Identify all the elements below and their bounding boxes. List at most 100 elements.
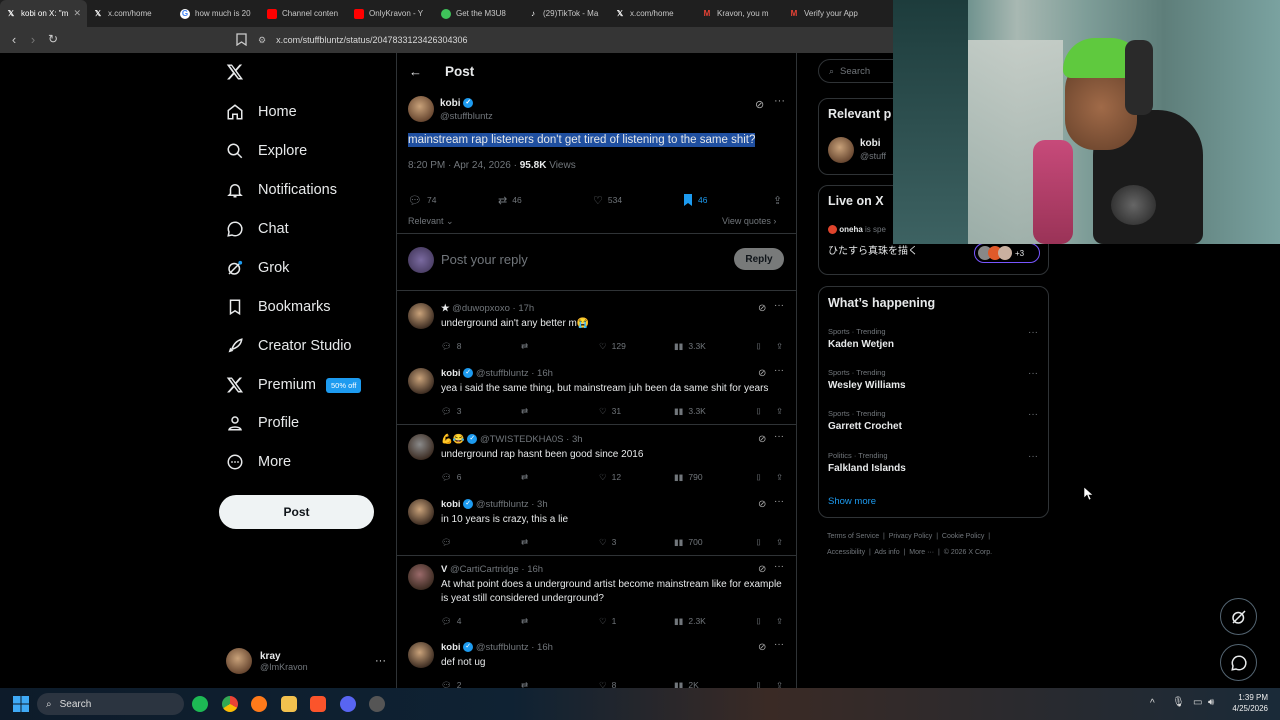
clock[interactable]: 1:39 PM 4/25/2026 (1220, 692, 1268, 714)
reply-author-handle[interactable]: @stuffbluntz (476, 499, 529, 510)
avatar[interactable] (408, 564, 434, 590)
nav-bookmarks[interactable]: Bookmarks (226, 296, 331, 318)
browser-tab[interactable]: 𝕏x.com/home (609, 0, 696, 27)
grok-icon[interactable]: ⊘ (758, 499, 766, 510)
browser-tab[interactable]: ♪ (29)TikTok - Ma (522, 0, 609, 27)
app-icon[interactable] (251, 696, 267, 712)
chevron-up-icon[interactable]: ^ (1150, 698, 1155, 709)
avatar[interactable] (408, 434, 434, 460)
live-host[interactable]: oneha is spe (828, 225, 886, 235)
live-title[interactable]: ひたすら真珠を描く (828, 242, 918, 257)
repost-action[interactable]: ⇄ (521, 680, 599, 689)
reply-action[interactable]: 💬︎ 4 (441, 616, 521, 627)
reply-button[interactable]: Reply (734, 248, 784, 270)
repost-action[interactable]: ⇄ 46 (498, 194, 593, 207)
reply-author-name[interactable]: V (441, 564, 447, 575)
repost-action[interactable]: ⇄ (521, 406, 599, 417)
reply-item[interactable]: V @CartiCartridge · 16h ⊘ ··· At what po… (397, 558, 796, 636)
nav-creator-studio[interactable]: Creator Studio (226, 335, 352, 357)
share-action[interactable]: ⇪ (776, 616, 783, 627)
views-action[interactable]: ▮▮ 2.3K (674, 616, 756, 627)
more-dots-icon[interactable]: ··· (774, 639, 784, 650)
reply-item[interactable]: kobi ✓ @stuffbluntz · 16h ⊘ ··· yea i sa… (397, 362, 796, 427)
post-button[interactable]: Post (219, 495, 374, 529)
avatar[interactable] (408, 303, 434, 329)
person-name[interactable]: kobi (860, 138, 881, 149)
grok-icon[interactable]: ⊘ (755, 98, 764, 111)
views-action[interactable]: ▮▮ 2K (674, 680, 756, 689)
browser-tab[interactable]: Ghow much is 20 (174, 0, 261, 27)
show-more-link[interactable]: Show more (828, 496, 876, 507)
grok-icon[interactable]: ⊘ (758, 368, 766, 379)
reply-action[interactable]: 💬︎ 3 (441, 406, 521, 417)
reply-action[interactable]: 💬︎ (441, 537, 521, 548)
footer-link[interactable]: Terms of Service (827, 533, 879, 540)
reply-author-name[interactable]: 💪😂 (441, 434, 465, 445)
nav-explore[interactable]: Explore (226, 140, 307, 162)
nav-profile[interactable]: Profile (226, 412, 299, 434)
views-action[interactable]: ▮▮ 3.3K (674, 406, 756, 417)
trend-item[interactable]: Politics · Trending Falkland Islands ··· (828, 451, 1038, 474)
reply-author-handle[interactable]: @stuffbluntz (476, 642, 529, 653)
footer-link[interactable]: Ads info (874, 549, 899, 556)
site-info-icon[interactable]: ⚙ (258, 35, 266, 46)
reply-author-name[interactable]: kobi (441, 642, 461, 653)
bookmark-action[interactable]: ⌷ (756, 341, 776, 352)
like-action[interactable]: ♡ 12 (599, 472, 674, 483)
reply-author-name[interactable]: kobi (441, 368, 461, 379)
more-dots-icon[interactable]: ··· (774, 561, 784, 572)
share-action[interactable]: ⇪ (773, 194, 782, 207)
repost-action[interactable]: ⇄ (521, 341, 599, 352)
more-dots-icon[interactable]: ··· (1028, 368, 1038, 379)
bookmark-action[interactable]: ⌷ (756, 537, 776, 548)
reply-item[interactable]: ★ @duwopxoxo · 17h ⊘ ··· underground ain… (397, 297, 796, 362)
browser-tab[interactable]: OnlyKravon - Y (348, 0, 435, 27)
reply-item[interactable]: kobi ✓ @stuffbluntz · 16h ⊘ ··· def not … (397, 636, 796, 689)
reply-input[interactable]: Post your reply (441, 252, 721, 268)
browser-tab[interactable]: M Verify your App (783, 0, 870, 27)
url-field[interactable]: ⚙ x.com/stuffbluntz/status/2047833123426… (258, 31, 898, 49)
grok-icon[interactable]: ⊘ (758, 642, 766, 653)
nav-notifications[interactable]: Notifications (226, 179, 337, 201)
brave-icon[interactable] (310, 696, 326, 712)
view-quotes-link[interactable]: View quotes › (722, 216, 776, 226)
footer-link[interactable]: Cookie Policy (942, 533, 984, 540)
browser-tab[interactable]: 𝕏kobi on X: "m ✕ (0, 0, 87, 27)
more-dots-icon[interactable]: ··· (774, 496, 784, 507)
share-action[interactable]: ⇪ (776, 537, 783, 548)
back-icon[interactable]: ‹ (4, 32, 24, 47)
trend-item[interactable]: Sports · Trending Wesley Williams ··· (828, 368, 1038, 391)
chrome-icon[interactable] (222, 696, 238, 712)
bookmark-action[interactable]: ⌷ (756, 406, 776, 417)
grok-fab[interactable] (1220, 598, 1257, 635)
bookmark-action[interactable]: 46 (683, 194, 773, 206)
more-dots-icon[interactable]: ··· (774, 431, 784, 442)
reply-item[interactable]: kobi ✓ @stuffbluntz · 3h ⊘ ··· in 10 yea… (397, 493, 796, 558)
live-listeners[interactable]: +3 (974, 243, 1040, 263)
reply-author-handle[interactable]: @TWISTEDKHA0S (480, 434, 564, 445)
nav-grok[interactable]: Grok (226, 257, 289, 279)
forward-icon[interactable]: › (23, 32, 43, 47)
trend-item[interactable]: Sports · Trending Garrett Crochet ··· (828, 409, 1038, 432)
more-dots-icon[interactable]: ··· (1028, 409, 1038, 420)
trend-item[interactable]: Sports · Trending Kaden Wetjen ··· (828, 327, 1038, 350)
spotify-icon[interactable] (192, 696, 208, 712)
x-logo-icon[interactable] (226, 63, 244, 86)
reply-author-handle[interactable]: @CartiCartridge (450, 564, 519, 575)
more-dots-icon[interactable]: ··· (375, 655, 386, 667)
nav-chat[interactable]: Chat (226, 218, 289, 240)
like-action[interactable]: ♡ 31 (599, 406, 674, 417)
browser-tab[interactable]: 𝕏x.com/home (87, 0, 174, 27)
avatar[interactable] (408, 96, 434, 122)
post-author-handle[interactable]: @stuffbluntz (440, 111, 493, 122)
sort-dropdown[interactable]: Relevant ⌄ (408, 216, 454, 227)
views-action[interactable]: ▮▮ 790 (674, 472, 756, 483)
like-action[interactable]: ♡ 129 (599, 341, 674, 352)
mic-icon[interactable]: 🎙︎ (1172, 697, 1185, 708)
share-action[interactable]: ⇪ (776, 406, 783, 417)
reply-action[interactable]: 💬︎ 74 (408, 194, 498, 207)
views-action[interactable]: ▮▮ 700 (674, 537, 756, 548)
bookmark-action[interactable]: ⌷ (756, 616, 776, 627)
avatar[interactable] (408, 499, 434, 525)
avatar[interactable] (408, 642, 434, 668)
